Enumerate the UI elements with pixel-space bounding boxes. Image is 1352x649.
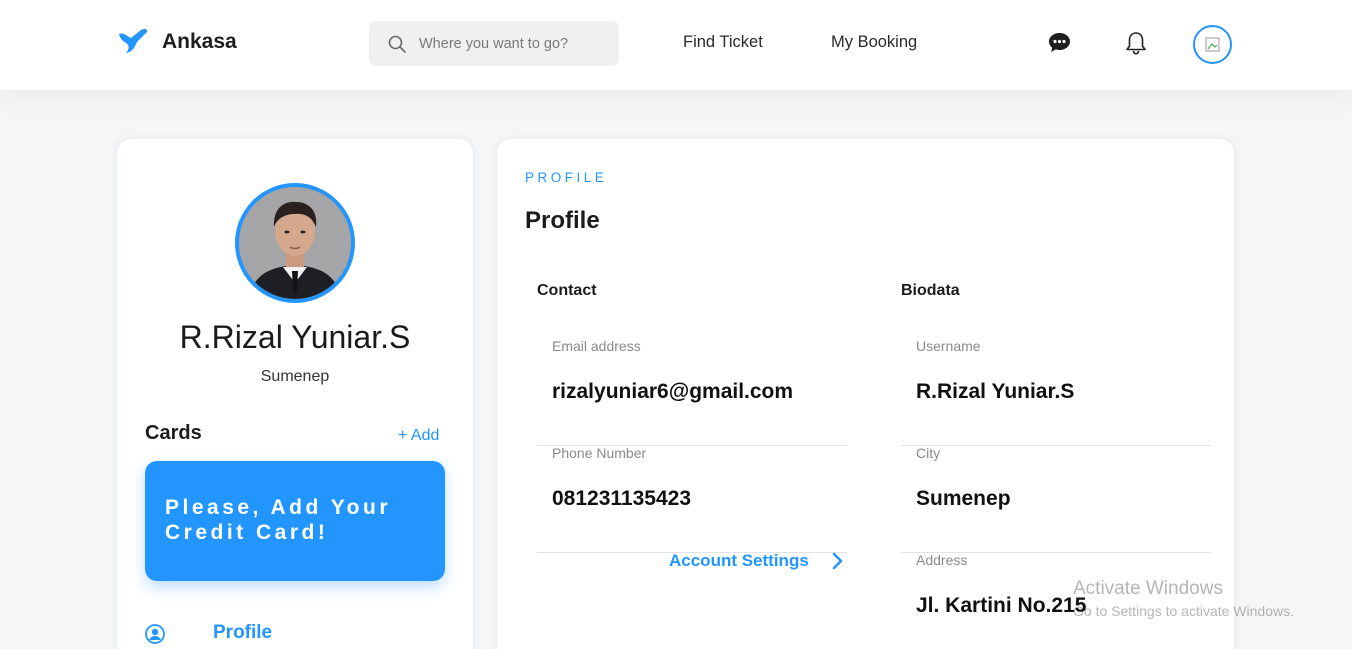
credit-card-placeholder[interactable]: Please, Add Your Credit Card!	[145, 461, 445, 581]
email-value[interactable]: rizalyuniar6@gmail.com	[552, 380, 793, 404]
brand-logo[interactable]: Ankasa	[117, 28, 237, 56]
bell-icon[interactable]	[1124, 30, 1148, 61]
windows-watermark-subtitle: Go to Settings to activate Windows.	[1073, 603, 1294, 619]
top-navbar: Ankasa Find Ticket My Booking	[0, 0, 1352, 90]
contact-heading: Contact	[537, 282, 597, 299]
sidebar-item-label: Profile	[213, 622, 273, 643]
chat-icon[interactable]	[1047, 31, 1072, 60]
phone-value[interactable]: 081231135423	[552, 487, 691, 511]
user-circle-icon	[145, 624, 165, 644]
nav-my-booking[interactable]: My Booking	[831, 33, 917, 52]
biodata-heading: Biodata	[901, 282, 960, 299]
account-settings-link[interactable]: Account Settings	[669, 551, 843, 571]
address-label: Address	[916, 552, 968, 568]
username-field[interactable]: Username R.Rizal Yuniar.S	[901, 338, 1211, 446]
section-tag: PROFILE	[525, 170, 608, 185]
nav-find-ticket[interactable]: Find Ticket	[683, 33, 763, 52]
search-box[interactable]	[369, 21, 619, 66]
email-field[interactable]: Email address rizalyuniar6@gmail.com	[537, 338, 847, 446]
credit-card-message: Please, Add Your Credit Card!	[165, 496, 391, 544]
cards-heading: Cards	[145, 422, 202, 444]
username-label: Username	[916, 338, 981, 354]
profile-city: Sumenep	[260, 368, 330, 385]
person-photo-icon	[239, 187, 351, 299]
account-settings-label: Account Settings	[669, 551, 809, 570]
profile-photo[interactable]	[235, 183, 355, 303]
email-label: Email address	[552, 338, 641, 354]
phone-field[interactable]: Phone Number 081231135423	[537, 445, 847, 553]
city-field[interactable]: City Sumenep	[901, 445, 1211, 553]
city-label: City	[916, 445, 941, 461]
phone-label: Phone Number	[552, 445, 647, 461]
search-icon	[388, 35, 406, 53]
brand-name: Ankasa	[162, 30, 237, 53]
windows-watermark-title: Activate Windows	[1073, 578, 1223, 599]
sidebar-item-profile[interactable]: Profile	[145, 622, 272, 644]
city-value[interactable]: Sumenep	[916, 487, 1011, 511]
profile-name: R.Rizal Yuniar.S	[179, 319, 411, 355]
plane-logo-icon	[119, 28, 148, 53]
username-value[interactable]: R.Rizal Yuniar.S	[916, 380, 1074, 404]
search-input[interactable]	[419, 35, 609, 52]
address-value[interactable]: Jl. Kartini No.215	[916, 594, 1086, 618]
profile-details-panel: PROFILE Profile Contact Biodata Email ad…	[497, 139, 1234, 649]
add-card-button[interactable]: + Add	[398, 427, 439, 445]
page-title: Profile	[525, 207, 600, 234]
broken-image-icon	[1205, 37, 1219, 51]
address-field[interactable]: Address Jl. Kartini No.215	[901, 552, 1211, 649]
profile-sidebar: R.Rizal Yuniar.S Sumenep Cards + Add Ple…	[117, 139, 473, 649]
chevron-right-icon	[832, 552, 843, 570]
user-avatar[interactable]	[1193, 25, 1232, 64]
